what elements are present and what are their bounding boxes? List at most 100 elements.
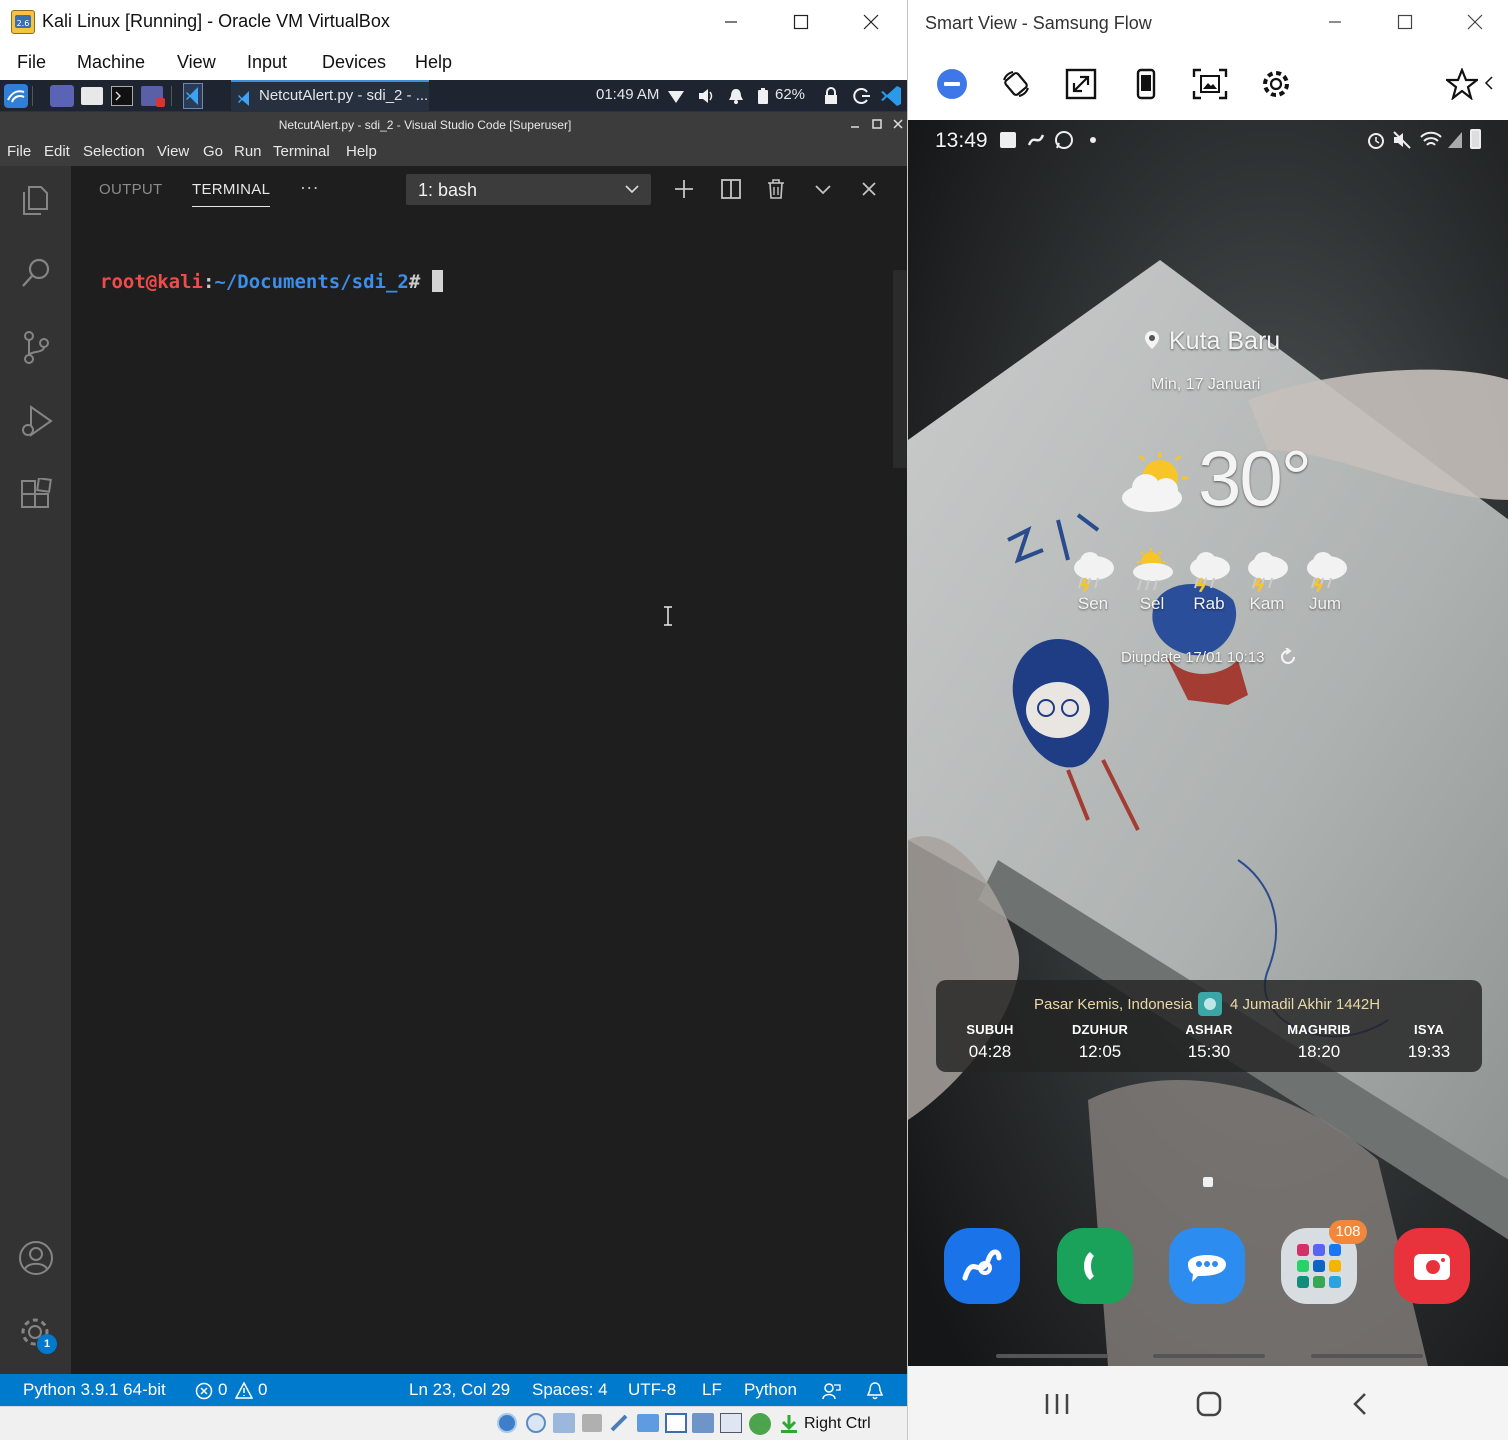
close-button[interactable] — [836, 0, 906, 44]
python-interpreter[interactable]: Python 3.9.1 64-bit — [23, 1380, 166, 1400]
hard-disk-icon[interactable] — [497, 1413, 517, 1433]
refresh-icon[interactable] — [1279, 648, 1297, 666]
vscode-menu-help[interactable]: Help — [346, 143, 377, 160]
virtualization-icon[interactable] — [720, 1413, 742, 1433]
vscode-menu-go[interactable]: Go — [203, 143, 223, 160]
indentation[interactable]: Spaces: 4 — [532, 1380, 608, 1400]
warning-count[interactable]: 0 — [258, 1380, 267, 1400]
star-icon[interactable] — [1444, 66, 1480, 102]
audio-icon[interactable] — [553, 1413, 575, 1433]
terminal-select-dropdown[interactable]: 1: bash — [406, 174, 651, 205]
optical-drive-icon[interactable] — [526, 1413, 546, 1433]
more-actions-icon[interactable]: ··· — [300, 177, 319, 198]
end-of-line[interactable]: LF — [702, 1380, 722, 1400]
logout-icon[interactable] — [853, 87, 871, 105]
weather-location[interactable]: Kuta Baru — [1169, 327, 1280, 356]
error-icon[interactable] — [195, 1382, 213, 1400]
network-adapter-icon[interactable] — [582, 1414, 602, 1432]
menu-input[interactable]: Input — [247, 52, 287, 73]
flow-titlebar[interactable]: Smart View - Samsung Flow — [908, 0, 1508, 46]
camera-app[interactable] — [1394, 1228, 1470, 1304]
rotate-icon[interactable] — [998, 66, 1034, 102]
terminal-prompt[interactable]: root@kali:~/Documents/sdi_2# — [100, 270, 443, 293]
extensions-icon[interactable] — [13, 472, 59, 518]
maximize-panel-chevron-icon[interactable] — [810, 176, 836, 202]
minimize-button[interactable] — [696, 0, 766, 44]
phone-screen[interactable]: 13:49 Kuta Baru Min, 17 Januari 30° Sen … — [908, 120, 1508, 1366]
notifications-bell-icon[interactable] — [865, 1381, 885, 1401]
warning-icon[interactable] — [235, 1382, 253, 1400]
menu-help[interactable]: Help — [415, 52, 452, 73]
run-debug-icon[interactable] — [13, 398, 59, 444]
social-folder[interactable]: 108 — [1281, 1220, 1367, 1304]
kali-menu-icon[interactable] — [4, 84, 28, 108]
terminal-icon[interactable] — [111, 86, 133, 106]
workspace-icon[interactable] — [50, 85, 74, 107]
taskbar-item-vscode[interactable]: NetcutAlert.py - sdi_2 - ... — [231, 80, 429, 112]
maximize-button[interactable] — [766, 0, 836, 44]
volume-icon[interactable] — [697, 88, 715, 104]
menu-view[interactable]: View — [177, 52, 216, 73]
new-terminal-icon[interactable] — [671, 176, 697, 202]
vscode-maximize-button[interactable] — [871, 118, 883, 130]
recent-apps-icon[interactable] — [1044, 1392, 1070, 1416]
shared-folders-icon[interactable] — [637, 1414, 659, 1432]
vscode-menu-file[interactable]: File — [7, 143, 31, 160]
host-key-arrow-icon[interactable] — [778, 1413, 800, 1435]
terminal-scrollbar[interactable] — [893, 270, 907, 468]
feedback-icon[interactable] — [821, 1381, 841, 1401]
samsung-flow-app[interactable] — [944, 1228, 1020, 1304]
flow-minimize-button[interactable] — [1300, 0, 1370, 44]
prayer-times-widget[interactable]: Pasar Kemis, Indonesia 4 Jumadil Akhir 1… — [936, 980, 1482, 1072]
tab-output[interactable]: OUTPUT — [99, 181, 162, 198]
manage-gear-icon[interactable]: 1 — [13, 1310, 59, 1356]
collapse-chevron-icon[interactable] — [1484, 76, 1494, 90]
vscode-tray-icon[interactable] — [880, 85, 902, 107]
network-icon[interactable] — [667, 88, 685, 104]
back-icon[interactable] — [1352, 1392, 1368, 1416]
menu-devices[interactable]: Devices — [322, 52, 386, 73]
tab-terminal[interactable]: TERMINAL — [192, 181, 270, 198]
file-manager-icon[interactable] — [81, 87, 103, 105]
kill-terminal-trash-icon[interactable] — [763, 176, 789, 202]
settings-icon[interactable] — [1258, 66, 1294, 102]
app-launcher-icon[interactable] — [141, 86, 165, 107]
flow-maximize-button[interactable] — [1370, 0, 1440, 44]
vscode-menu-run[interactable]: Run — [234, 143, 262, 160]
guest-additions-icon[interactable] — [749, 1413, 771, 1435]
vscode-menu-edit[interactable]: Edit — [44, 143, 70, 160]
notification-bell-icon[interactable] — [727, 87, 745, 105]
minus-circle-icon[interactable] — [934, 66, 970, 102]
vscode-titlebar[interactable]: NetcutAlert.py - sdi_2 - Visual Studio C… — [0, 112, 907, 138]
vscode-menu-terminal[interactable]: Terminal — [273, 143, 330, 160]
vscode-menu-view[interactable]: View — [157, 143, 189, 160]
flow-close-button[interactable] — [1440, 0, 1508, 44]
display-icon[interactable] — [665, 1413, 687, 1433]
phone-app[interactable] — [1057, 1228, 1133, 1304]
close-panel-icon[interactable] — [856, 176, 882, 202]
phone-portrait-icon[interactable] — [1128, 66, 1164, 102]
language-mode[interactable]: Python — [744, 1380, 797, 1400]
screenshot-icon[interactable] — [1192, 66, 1228, 102]
panel-clock[interactable]: 01:49 AM — [596, 86, 659, 103]
vscode-minimize-button[interactable] — [849, 118, 861, 130]
usb-icon[interactable] — [609, 1413, 631, 1433]
battery-icon[interactable] — [757, 87, 769, 105]
error-count[interactable]: 0 — [218, 1380, 227, 1400]
search-icon[interactable] — [13, 250, 59, 296]
lock-icon[interactable] — [823, 87, 839, 105]
accounts-icon[interactable] — [13, 1235, 59, 1281]
vscode-close-button[interactable] — [892, 118, 904, 130]
home-icon[interactable] — [1196, 1391, 1222, 1417]
source-control-icon[interactable] — [13, 324, 59, 370]
menu-file[interactable]: File — [17, 52, 46, 73]
vscode-launcher-icon[interactable] — [183, 83, 203, 109]
explorer-icon[interactable] — [13, 176, 59, 222]
split-terminal-icon[interactable] — [718, 176, 744, 202]
expand-icon[interactable] — [1063, 66, 1099, 102]
vbox-titlebar[interactable]: 2.6 Kali Linux [Running] - Oracle VM Vir… — [0, 0, 907, 44]
recording-icon[interactable] — [692, 1413, 714, 1433]
cursor-position[interactable]: Ln 23, Col 29 — [409, 1380, 510, 1400]
messages-app[interactable] — [1169, 1228, 1245, 1304]
file-encoding[interactable]: UTF-8 — [628, 1380, 676, 1400]
